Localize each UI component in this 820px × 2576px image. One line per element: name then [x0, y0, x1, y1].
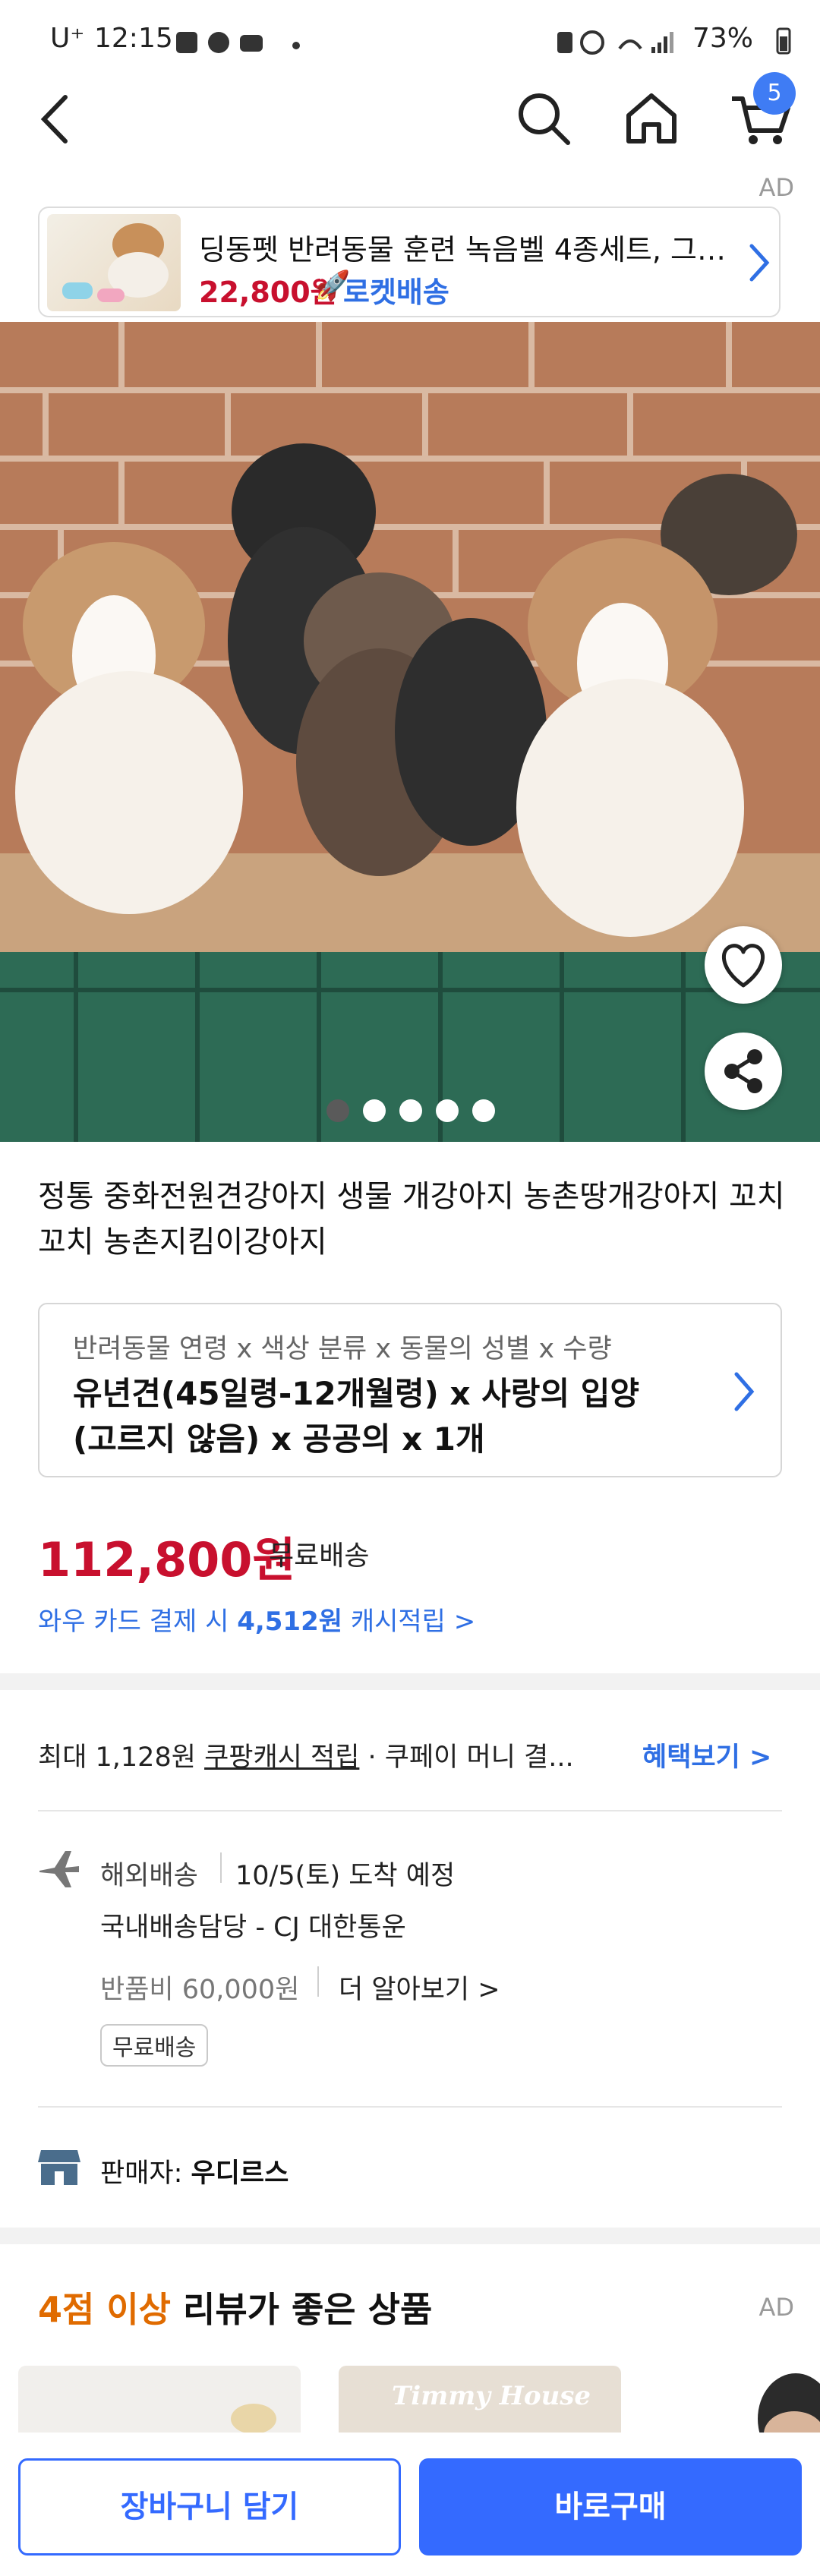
carousel-dot [363, 1099, 386, 1122]
carousel-dot [436, 1099, 459, 1122]
battery-level: 73% [692, 23, 754, 54]
seller-info[interactable]: 판매자: 우디르스 [100, 2152, 289, 2190]
domestic-carrier: 국내배송담당 - CJ 대한통운 [100, 1912, 406, 1943]
home-icon[interactable] [621, 88, 682, 149]
recommend-title-rest: 리뷰가 좋은 상품 [170, 2289, 433, 2330]
card-cashback-prefix: 와우 카드 결제 시 [38, 1606, 238, 1637]
wishlist-button[interactable] [705, 926, 782, 1004]
return-fee: 반품비 60,000원 [100, 1975, 300, 2005]
clock: 12:15 [94, 23, 173, 54]
seller-label: 판매자: [100, 2158, 191, 2189]
shop-icon [36, 2146, 82, 2188]
status-bar: U⁺ 12:15 73% [0, 0, 820, 84]
card-cashback-amount: 4,512원 [237, 1606, 343, 1637]
ad-title: 딩동펫 반려동물 훈련 녹음벨 4종세트, 그레이 혼합 [199, 233, 730, 266]
back-icon[interactable] [33, 91, 79, 147]
carousel-dot [472, 1099, 495, 1122]
chevron-right-icon [729, 1365, 759, 1418]
arrival-date: 10/5(토) 도착 예정 [235, 1861, 456, 1891]
product-title: 정통 중화전원견강아지 생물 개강아지 농촌땅개강아지 꼬치꼬치 농촌지킴이강아… [38, 1179, 785, 1260]
section-divider [0, 1673, 820, 1690]
benefit-prefix: 최대 1,128원 [38, 1742, 205, 1773]
card-cashback-suffix: 캐시적립 > [342, 1606, 476, 1637]
product-price: 112,800원 [38, 1532, 296, 1588]
ad-thumbnail [47, 214, 181, 311]
seller-name: 우디르스 [191, 2158, 289, 2189]
recommend-card-3[interactable] [659, 2366, 820, 2434]
recommend-card-brand: Timmy House [392, 2381, 591, 2411]
divider [317, 1966, 319, 1997]
share-icon [724, 1049, 762, 1093]
search-icon[interactable] [513, 88, 574, 149]
add-to-cart-button[interactable]: 장바구니 담기 [18, 2458, 401, 2556]
share-button[interactable] [705, 1033, 782, 1110]
buy-now-button[interactable]: 바로구매 [419, 2458, 802, 2556]
free-shipping-badge: 무료배송 [100, 2024, 209, 2067]
carousel-dot [326, 1099, 349, 1122]
ad-tag: AD [758, 173, 794, 202]
bottom-action-bar: 장바구니 담기 바로구매 [0, 2433, 820, 2576]
ad-delivery-badge: 로켓배송 [343, 276, 449, 309]
puppies-photo [0, 322, 820, 1142]
notification-icons [176, 32, 300, 53]
battery-icon [776, 27, 791, 55]
card-cashback-link[interactable]: 와우 카드 결제 시 4,512원 캐시적립 > [38, 1600, 475, 1638]
recommend-card-1[interactable] [18, 2366, 301, 2434]
ad-tag: AD [758, 2293, 794, 2322]
learn-more-link[interactable]: 더 알아보기 > [339, 1968, 500, 2007]
benefit-text: 최대 1,128원 쿠팡캐시 적립 · 쿠페이 머니 결... [38, 1736, 574, 1774]
benefit-more-link[interactable]: 혜택보기 > [642, 1736, 771, 1774]
product-image[interactable] [0, 322, 820, 1142]
delivery-type: 해외배송 [100, 1861, 198, 1891]
divider [38, 1810, 782, 1811]
coupang-cash-link[interactable]: 쿠팡캐시 적립 [204, 1742, 359, 1773]
section-divider [0, 2228, 820, 2244]
recommend-highlight: 4점 이상 [38, 2289, 171, 2330]
chevron-right-icon [744, 238, 774, 287]
divider [38, 2106, 782, 2108]
option-selector[interactable]: 반려동물 연령 x 색상 분류 x 동물의 성별 x 수량 유년견(45일령-1… [38, 1303, 782, 1477]
carousel-dot [399, 1099, 422, 1122]
shipping-label: 무료배송 [269, 1540, 370, 1572]
plane-icon [36, 1845, 82, 1890]
option-label: 반려동물 연령 x 색상 분류 x 동물의 성별 x 수량 [73, 1334, 612, 1364]
carrier-label: U⁺ [50, 23, 85, 54]
option-value: 유년견(45일령-12개월령) x 사랑의 입양(고르지 않음) x 공공의 x… [73, 1375, 639, 1458]
ad-banner[interactable]: 딩동펫 반려동물 훈련 녹음벨 4종세트, 그레이 혼합 22,800원 🚀 로… [38, 207, 781, 317]
recommend-card-2[interactable]: Timmy House [339, 2366, 621, 2434]
heart-icon [721, 944, 765, 988]
cart-count-badge: 5 [753, 72, 796, 115]
benefit-suffix: · 쿠페이 머니 결... [359, 1742, 574, 1773]
divider [220, 1852, 222, 1883]
recommend-section-title: 4점 이상 리뷰가 좋은 상품 [38, 2282, 432, 2332]
